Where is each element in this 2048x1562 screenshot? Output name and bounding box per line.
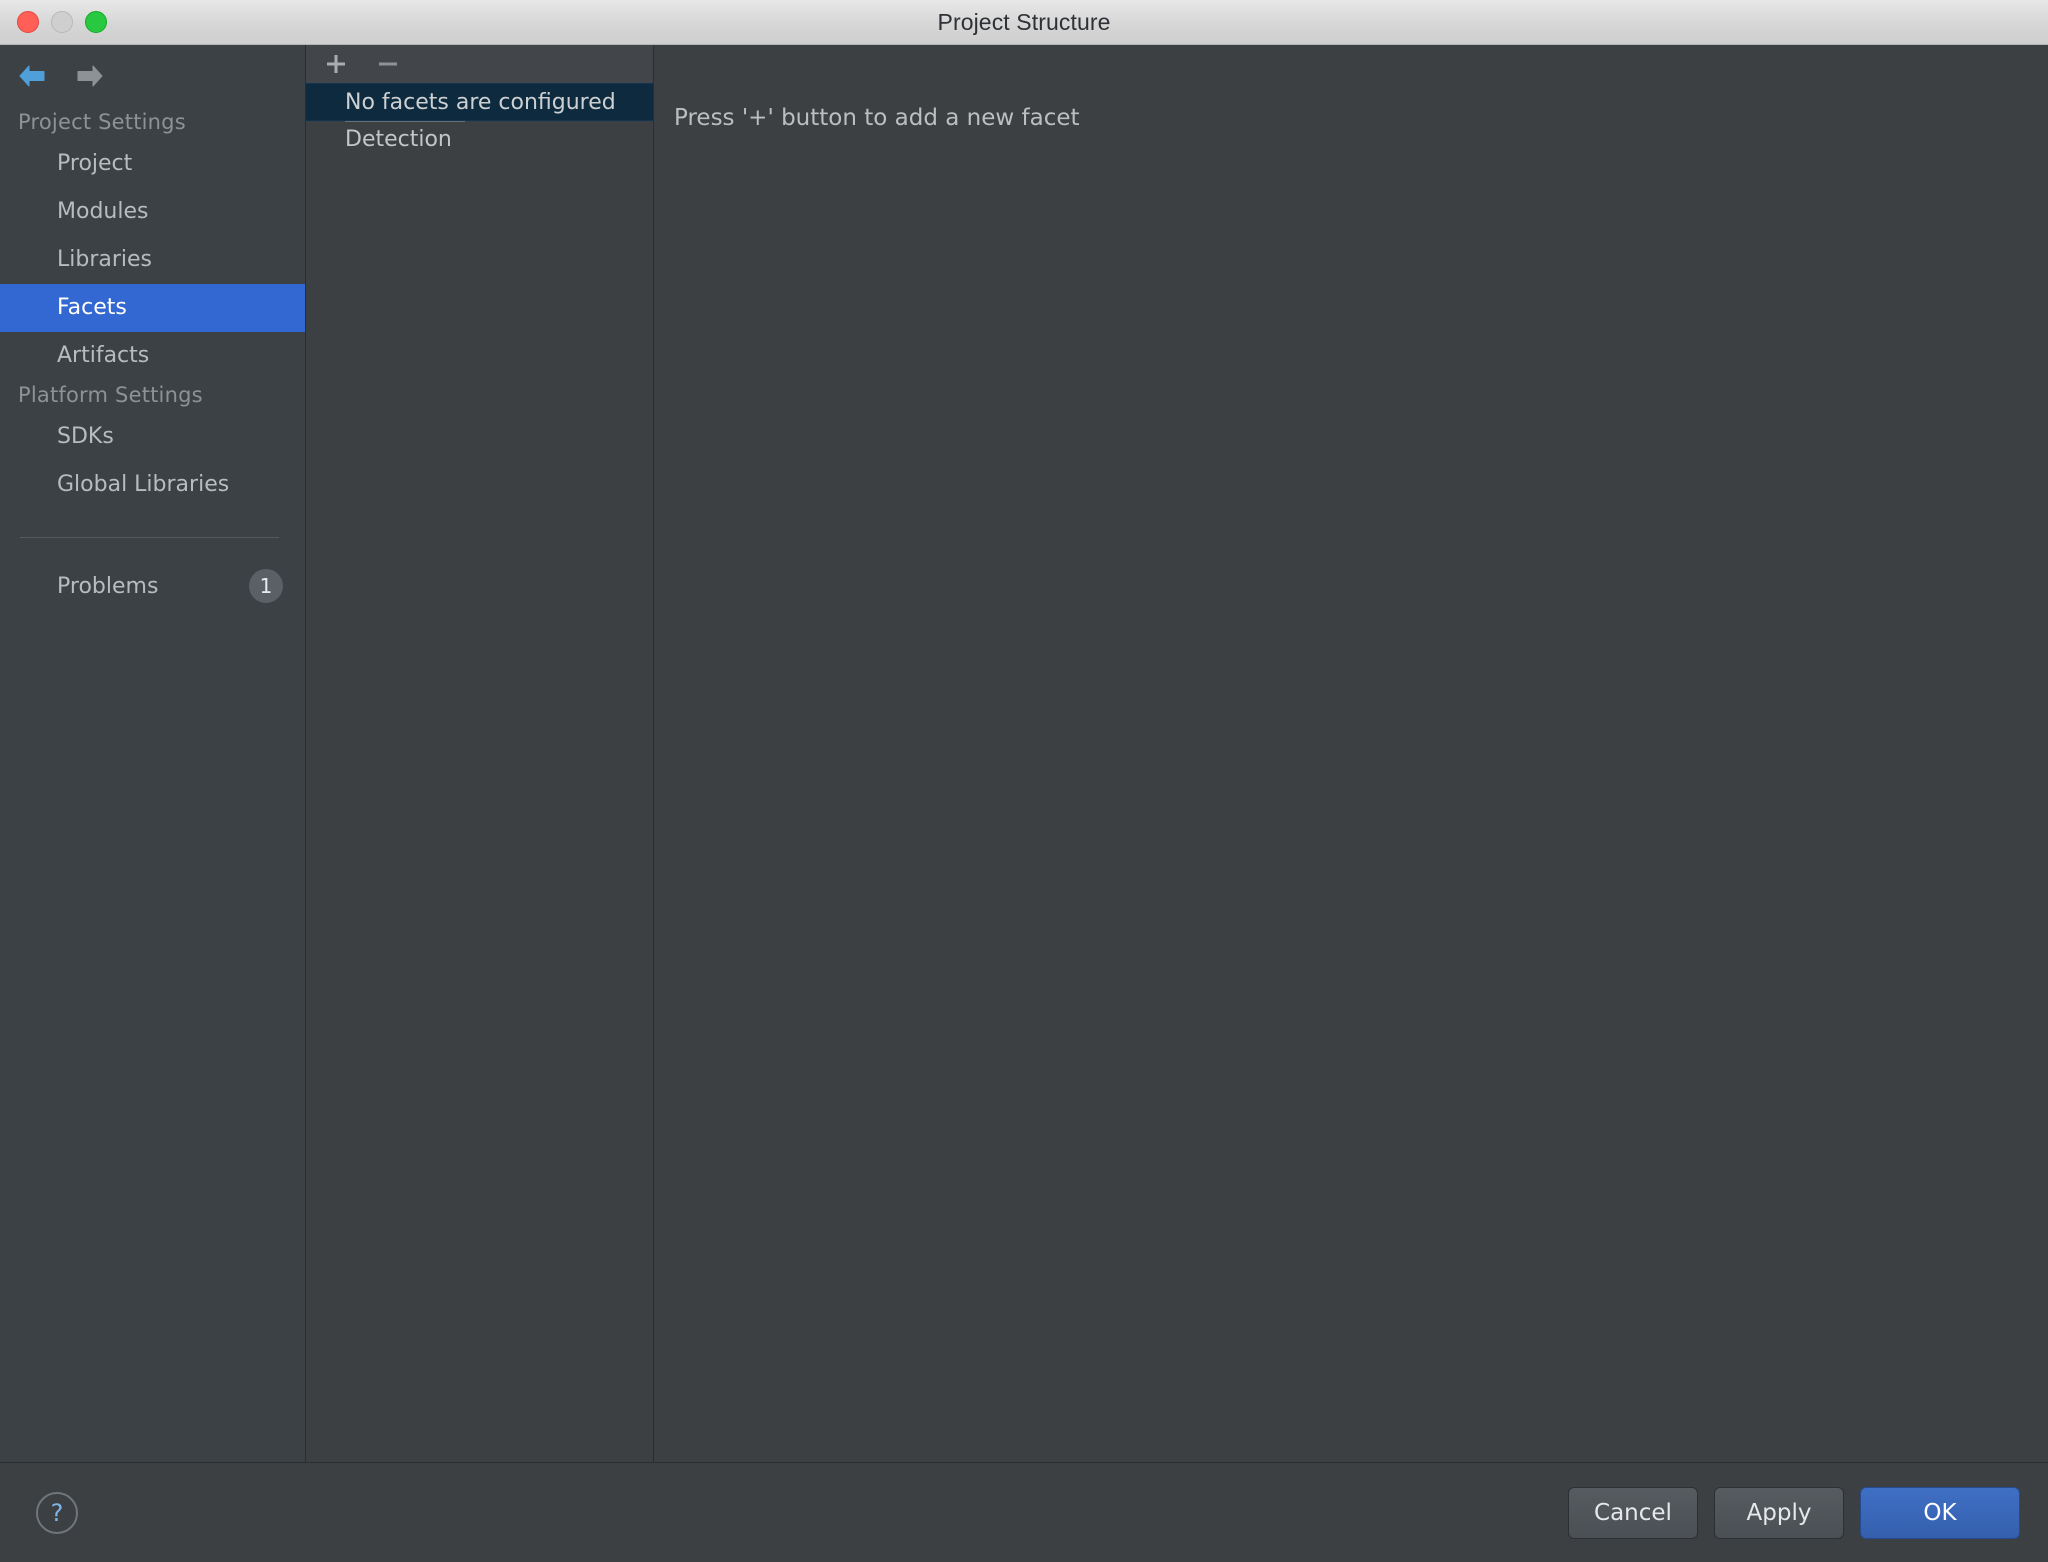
- back-arrow-icon[interactable]: [14, 60, 50, 92]
- dialog-button-group: Cancel Apply OK: [1568, 1486, 2020, 1539]
- facets-list-panel: No facets are configured Detection: [306, 45, 654, 1462]
- sidebar-group-title-platform-settings: Platform Settings: [18, 383, 203, 407]
- facets-list: No facets are configured Detection: [306, 83, 653, 1462]
- dialog-body: Project Settings Project Modules Librari…: [0, 45, 2048, 1462]
- problems-label: Problems: [57, 573, 159, 599]
- sidebar-item-modules[interactable]: Modules: [0, 188, 305, 236]
- minus-icon[interactable]: [373, 49, 403, 79]
- list-item-no-facets[interactable]: No facets are configured: [306, 83, 653, 121]
- dialog-footer: ? Cancel Apply OK: [0, 1462, 2048, 1562]
- help-button[interactable]: ?: [36, 1491, 78, 1534]
- settings-sidebar: Project Settings Project Modules Librari…: [0, 45, 306, 1462]
- forward-arrow-icon[interactable]: [72, 60, 108, 92]
- cancel-button[interactable]: Cancel: [1568, 1486, 1698, 1539]
- empty-state-message: Press '+' button to add a new facet: [674, 105, 1080, 131]
- sidebar-item-global-libraries[interactable]: Global Libraries: [0, 461, 305, 509]
- sidebar-divider: [20, 537, 279, 538]
- sidebar-item-artifacts[interactable]: Artifacts: [0, 332, 305, 380]
- sidebar-item-problems[interactable]: Problems 1: [0, 556, 305, 616]
- list-item-detection[interactable]: Detection: [306, 121, 653, 159]
- ok-button[interactable]: OK: [1860, 1486, 2020, 1539]
- sidebar-group-title-project-settings: Project Settings: [18, 110, 186, 134]
- sidebar-item-libraries[interactable]: Libraries: [0, 236, 305, 284]
- project-structure-dialog: Project Structure Project Settings Proje…: [0, 0, 2048, 1562]
- facets-toolbar: [306, 45, 653, 83]
- sidebar-item-facets[interactable]: Facets: [0, 284, 305, 332]
- sidebar-navigation-bar: [0, 45, 305, 107]
- plus-icon[interactable]: [321, 49, 351, 79]
- sidebar-item-sdks[interactable]: SDKs: [0, 413, 305, 461]
- apply-button[interactable]: Apply: [1714, 1486, 1844, 1539]
- sidebar-item-project[interactable]: Project: [0, 140, 305, 188]
- problems-count-badge: 1: [249, 569, 283, 603]
- window-titlebar: Project Structure: [0, 0, 2048, 45]
- facet-detail-panel: Press '+' button to add a new facet: [654, 45, 2048, 1462]
- window-title: Project Structure: [937, 8, 1111, 35]
